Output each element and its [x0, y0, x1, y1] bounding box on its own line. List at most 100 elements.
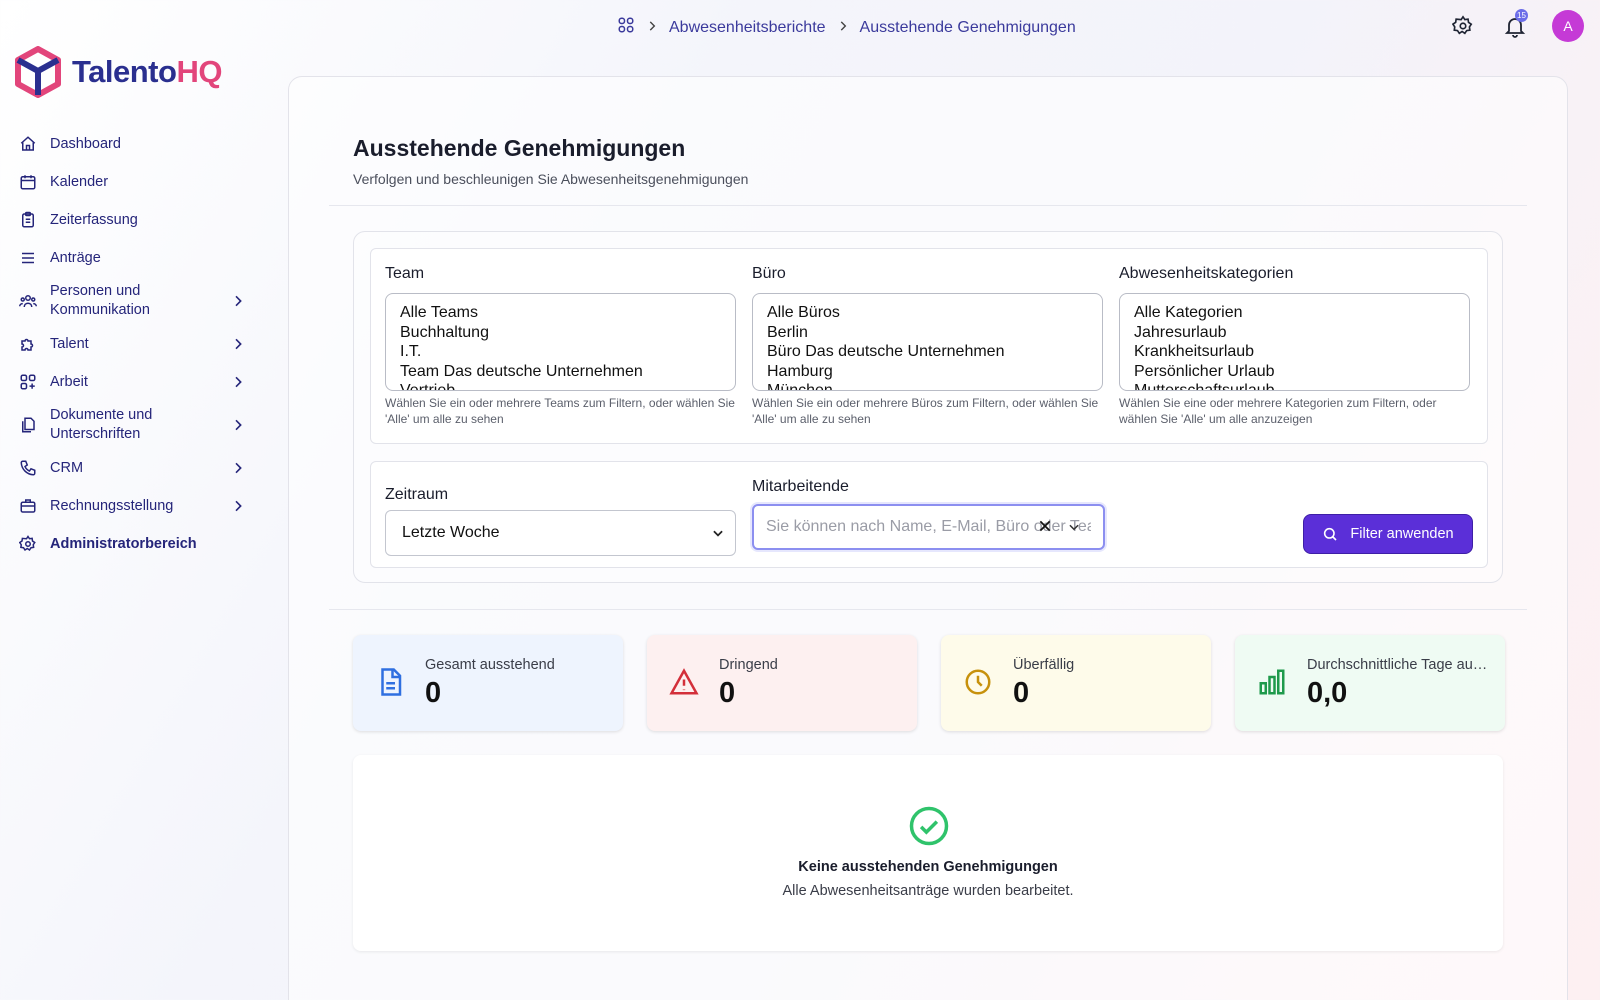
- sidebar-item-label: Dokumente und Unterschriften: [50, 407, 153, 442]
- home-icon: [18, 134, 38, 154]
- breadcrumb-separator-icon: [836, 19, 850, 36]
- sidebar-item-requests[interactable]: Anträge: [14, 239, 248, 277]
- users-icon: [18, 291, 38, 311]
- check-circle-icon: [909, 806, 949, 846]
- stat-label: Gesamt ausstehend: [425, 657, 555, 673]
- secondary-filters: Zeitraum Letzte Woche Mitarbeitende Sie …: [370, 461, 1488, 568]
- sidebar-item-people[interactable]: Personen und Kommunikation: [14, 277, 248, 325]
- empty-state-title: Keine ausstehenden Genehmigungen: [798, 859, 1058, 875]
- sidebar-item-label: Administratorbereich: [50, 535, 197, 552]
- stat-value: 0,0: [1307, 677, 1348, 709]
- breadcrumb-separator-icon: [645, 19, 659, 36]
- document-icon: [381, 668, 402, 696]
- list-item[interactable]: Hamburg: [767, 362, 1088, 382]
- page-title: Ausstehende Genehmigungen: [353, 135, 686, 161]
- list-item[interactable]: Buchhaltung: [400, 323, 721, 343]
- stat-value: 0: [719, 677, 736, 709]
- settings-button[interactable]: [1448, 11, 1478, 41]
- team-hint: Wählen Sie ein oder mehrere Teams zum Fi…: [385, 396, 735, 426]
- filter-divider: [329, 609, 1527, 610]
- list-icon: [18, 248, 38, 268]
- gear-icon: [18, 534, 38, 554]
- apply-filters-button[interactable]: Filter anwenden: [1303, 514, 1473, 554]
- category-filter: Abwesenheitskategorien Alle Kategorien J…: [1119, 265, 1470, 427]
- stat-value: 0: [1013, 677, 1030, 709]
- employee-search-input[interactable]: Sie können nach Name, E-Mail, Büro oder …: [752, 504, 1105, 550]
- sidebar-item-crm[interactable]: CRM: [14, 449, 248, 487]
- list-item[interactable]: I.T.: [400, 342, 721, 362]
- list-item[interactable]: Persönlicher Urlaub: [1134, 362, 1455, 382]
- list-item[interactable]: Mutterschaftsurlaub: [1134, 381, 1455, 390]
- clear-icon[interactable]: [1037, 518, 1053, 534]
- category-hint: Wählen Sie eine oder mehrere Kategorien …: [1119, 396, 1437, 426]
- team-filter: Team Alle Teams Buchhaltung I.T. Team Da…: [385, 265, 736, 427]
- header-divider: [329, 205, 1527, 206]
- sidebar-item-billing[interactable]: Rechnungsstellung: [14, 487, 248, 525]
- sidebar-item-label: Arbeit: [50, 373, 88, 390]
- sidebar-item-label: CRM: [50, 459, 84, 476]
- apply-filters-label: Filter anwenden: [1350, 526, 1454, 542]
- list-item[interactable]: München: [767, 381, 1088, 390]
- sidebar-item-time-tracking[interactable]: Zeiterfassung: [14, 201, 248, 239]
- bar-chart-icon: [1259, 669, 1285, 695]
- list-item[interactable]: Jahresurlaub: [1134, 323, 1455, 343]
- chevron-right-icon: [235, 500, 242, 512]
- sidebar-item-documents[interactable]: Dokumente und Unterschriften: [14, 401, 248, 449]
- sidebar-item-work[interactable]: Arbeit: [14, 363, 248, 401]
- phone-icon: [18, 458, 38, 478]
- chevron-right-icon: [235, 295, 242, 307]
- notifications-button[interactable]: 15: [1500, 9, 1530, 41]
- puzzle-icon: [18, 334, 38, 354]
- empty-state: Keine ausstehenden Genehmigungen Alle Ab…: [353, 755, 1503, 951]
- list-item[interactable]: Vertrieb: [400, 381, 721, 390]
- warning-icon: [669, 668, 699, 695]
- breadcrumb-link-reports[interactable]: Abwesenheitsberichte: [669, 19, 826, 37]
- page-subtitle: Verfolgen und beschleunigen Sie Abwesenh…: [353, 171, 749, 187]
- stat-label: Durchschnittliche Tage ausstehend: [1307, 657, 1493, 673]
- app-name: TalentoHQ: [72, 54, 222, 89]
- logo-cube-icon: [15, 46, 61, 98]
- period-filter: Zeitraum Letzte Woche: [385, 486, 736, 556]
- stat-label: Dringend: [719, 657, 778, 673]
- list-item[interactable]: Berlin: [767, 323, 1088, 343]
- team-listbox[interactable]: Alle Teams Buchhaltung I.T. Team Das deu…: [385, 293, 736, 391]
- chevron-down-icon[interactable]: [1067, 520, 1081, 534]
- sidebar-item-label: Zeiterfassung: [50, 211, 138, 228]
- search-icon: [1324, 527, 1337, 541]
- avatar[interactable]: A: [1552, 10, 1584, 42]
- stat-card-total-pending: Gesamt ausstehend 0: [353, 635, 623, 731]
- sidebar-item-label: Kalender: [50, 173, 109, 190]
- sidebar-item-dashboard[interactable]: Dashboard: [14, 125, 248, 163]
- gear-icon: [1452, 15, 1473, 35]
- stat-card-urgent: Dringend 0: [647, 635, 917, 731]
- chevron-right-icon: [235, 376, 242, 388]
- header-actions: 15 A: [1448, 9, 1584, 42]
- chevron-right-icon: [235, 338, 242, 350]
- list-item[interactable]: Team Das deutsche Unternehmen: [400, 362, 721, 382]
- chevron-right-icon: [235, 462, 242, 474]
- breadcrumb: Abwesenheitsberichte Ausstehende Genehmi…: [617, 16, 1076, 39]
- list-item[interactable]: Büro Das deutsche Unternehmen: [767, 342, 1088, 362]
- sidebar-nav: Dashboard Kalender Zeiterfassung Anträge…: [14, 125, 248, 563]
- sidebar-item-label: Rechnungsstellung: [50, 497, 174, 514]
- sidebar-item-calendar[interactable]: Kalender: [14, 163, 248, 201]
- list-item[interactable]: Alle Kategorien: [1134, 303, 1455, 323]
- list-item[interactable]: Alle Teams: [400, 303, 721, 323]
- main-panel: Ausstehende Genehmigungen Verfolgen und …: [288, 76, 1568, 1000]
- app-logo[interactable]: TalentoHQ: [14, 46, 222, 98]
- grid-icon: [18, 372, 38, 392]
- calendar-icon: [18, 172, 38, 192]
- sidebar-item-talent[interactable]: Talent: [14, 325, 248, 363]
- office-filter: Büro Alle Büros Berlin Büro Das deutsche…: [752, 265, 1103, 427]
- sidebar-item-label: Anträge: [50, 249, 101, 266]
- list-item[interactable]: Alle Büros: [767, 303, 1088, 323]
- list-item[interactable]: Krankheitsurlaub: [1134, 342, 1455, 362]
- category-listbox[interactable]: Alle Kategorien Jahresurlaub Krankheitsu…: [1119, 293, 1470, 391]
- stat-label: Überfällig: [1013, 657, 1075, 673]
- team-label: Team: [385, 265, 425, 282]
- sidebar-item-admin[interactable]: Administratorbereich: [14, 525, 248, 563]
- office-listbox[interactable]: Alle Büros Berlin Büro Das deutsche Unte…: [752, 293, 1103, 391]
- office-hint: Wählen Sie ein oder mehrere Büros zum Fi…: [752, 396, 1099, 426]
- apps-grid-icon[interactable]: [617, 16, 635, 39]
- period-select[interactable]: Letzte Woche: [385, 510, 736, 556]
